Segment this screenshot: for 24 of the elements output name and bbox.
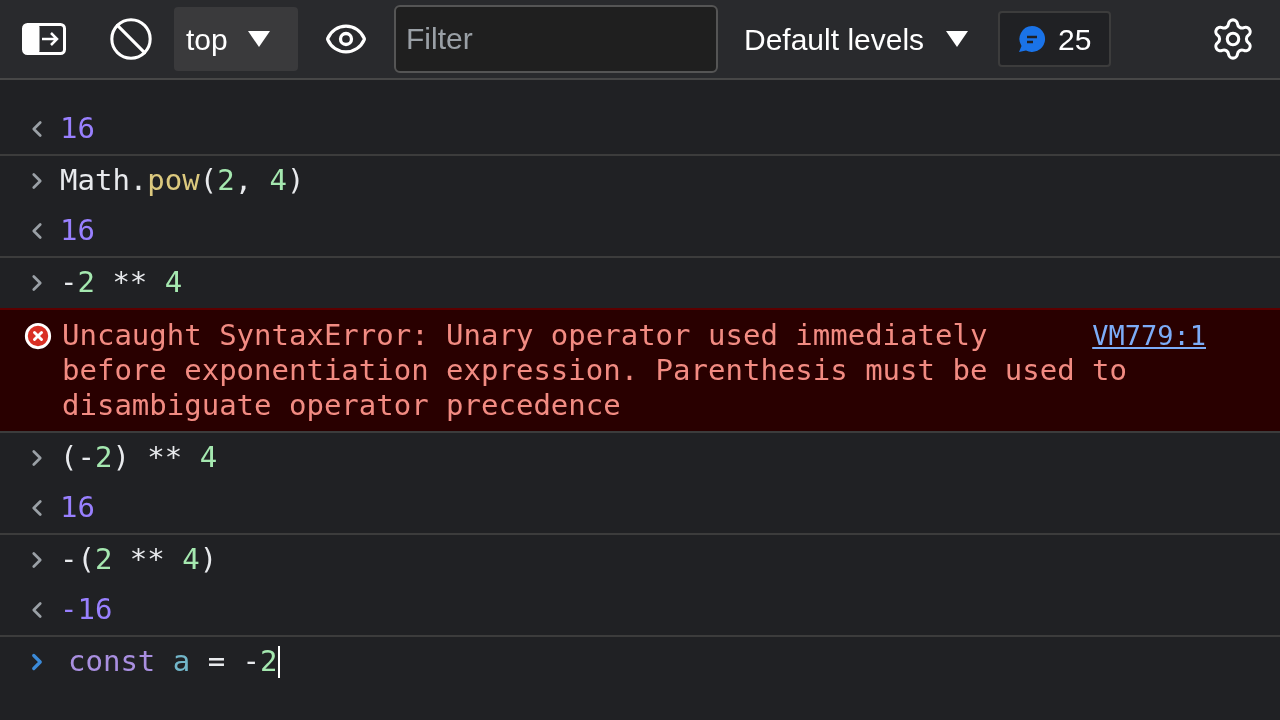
clear-console-icon[interactable] (108, 16, 154, 62)
error-text-line: Uncaught SyntaxError: Unary operator used immediately (62, 318, 988, 353)
result-value: 16 (60, 110, 95, 148)
chat-bubble-icon (1018, 25, 1047, 53)
dropdown-triangle-icon (946, 31, 969, 47)
code-line: -2 ** 4 (60, 264, 183, 302)
dropdown-triangle-icon (247, 31, 270, 47)
code-line: Math.pow(2, 4) (60, 162, 305, 200)
code-line: const a = -2 (68, 643, 278, 681)
source-link[interactable]: VM779:1 (1092, 318, 1206, 353)
code-line: (-2) ** 4 (60, 439, 218, 477)
error-text-line: before exponentiation expression. Parenthesis must be used to (62, 353, 1128, 388)
error-icon (24, 322, 52, 350)
dock-side-icon[interactable] (22, 23, 66, 55)
context-dropdown[interactable]: top (174, 7, 298, 71)
result-value: 16 (60, 489, 95, 527)
result-value: 16 (60, 212, 95, 250)
filter-field[interactable]: Filter (394, 5, 718, 73)
issues-button[interactable]: 25 (998, 11, 1112, 67)
result-value: -16 (60, 591, 113, 629)
log-levels-dropdown[interactable]: Default levels (744, 16, 969, 62)
text-cursor (277, 646, 280, 678)
code-line: -(2 ** 4) (60, 541, 218, 579)
error-text-line: disambiguate operator precedence (62, 388, 621, 423)
